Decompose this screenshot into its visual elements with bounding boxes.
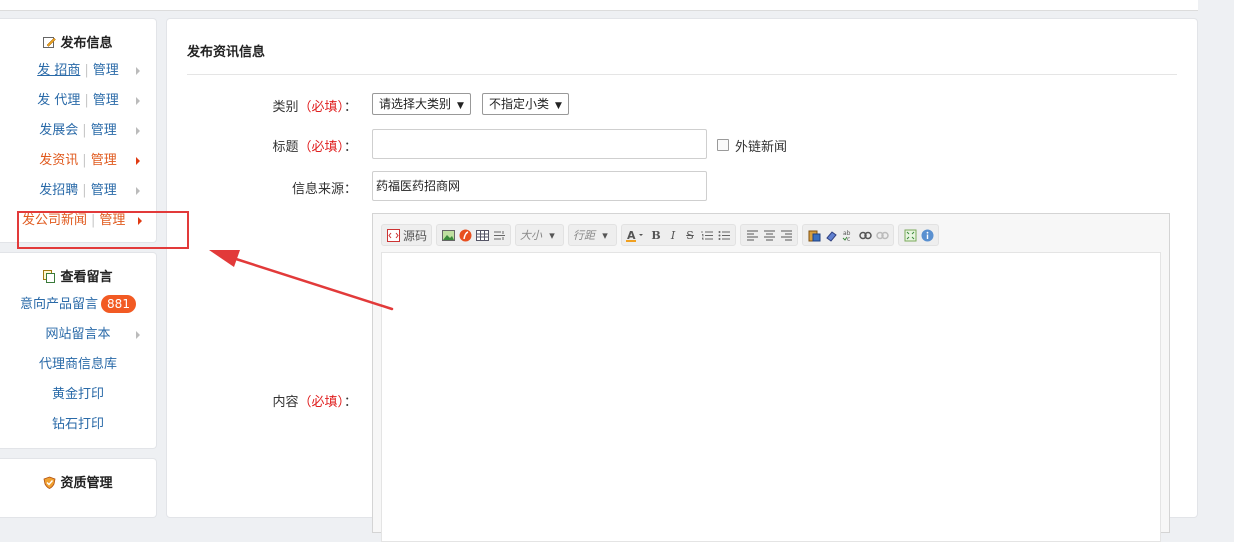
- chevron-right-icon: [136, 157, 140, 165]
- qualification-card-title: 资质管理: [0, 472, 156, 496]
- editor-toolbar: 源码 大小 ▾ 行距 ▾ A B I S ab c: [381, 220, 940, 250]
- sidebar-row-zhanhui: 发展会 | 管理: [0, 116, 156, 146]
- sidebar-item-diamond-print: 钻石打印: [0, 410, 156, 440]
- view-group: [898, 224, 940, 246]
- content-label: 内容（必填）：: [272, 395, 357, 410]
- sidebar-row-zhaopin: 发招聘 | 管理: [0, 176, 156, 206]
- diamond-print-link[interactable]: 钻石打印: [52, 417, 104, 432]
- unlink-icon[interactable]: [875, 228, 889, 242]
- line-height-dropdown[interactable]: 行距 ▾: [568, 224, 618, 246]
- spellcheck-icon[interactable]: ab c: [841, 228, 855, 242]
- image-icon[interactable]: [441, 228, 455, 242]
- messages-card: 查看留言 意向产品留言 881 网站留言本 代理商信息库 黄金打印 钻石打印: [0, 252, 157, 449]
- edit-icon: [43, 34, 57, 48]
- title-divider: [187, 74, 1177, 75]
- paste-word-icon[interactable]: [807, 228, 821, 242]
- chevron-right-icon: [136, 187, 140, 195]
- gold-print-link[interactable]: 黄金打印: [52, 387, 104, 402]
- title-input[interactable]: [372, 129, 707, 159]
- publish-zhaoshang-link[interactable]: 发 招商: [37, 63, 80, 78]
- product-messages-link[interactable]: 意向产品留言: [20, 297, 98, 312]
- main-panel: 发布资讯信息 类别（必填）： 请选择大类别 ▼ 不指定小类 ▼ 标题（必填）： 外链…: [166, 18, 1198, 542]
- chevron-right-icon: [136, 97, 140, 105]
- font-size-dropdown[interactable]: 大小 ▾: [515, 224, 565, 246]
- bold-icon[interactable]: B: [649, 228, 663, 242]
- top-header-bar: [0, 0, 1198, 11]
- source-code-icon: [386, 228, 400, 242]
- svg-text:c: c: [847, 236, 850, 242]
- ordered-list-icon[interactable]: [700, 228, 714, 242]
- flash-icon[interactable]: [458, 228, 472, 242]
- italic-icon[interactable]: I: [666, 228, 680, 242]
- title-label: 标题（必填）：: [272, 140, 357, 155]
- align-left-icon[interactable]: [745, 228, 759, 242]
- external-news-checkbox[interactable]: [717, 139, 729, 151]
- chevron-right-icon: [136, 67, 140, 75]
- publish-zhanhui-link[interactable]: 发展会: [39, 123, 78, 138]
- message-count-badge: 881: [101, 295, 136, 313]
- sidebar-row-zhaoshang: 发 招商 | 管理: [0, 56, 156, 86]
- manage-zixun-link[interactable]: 管理: [91, 153, 117, 168]
- external-news-label: 外链新闻: [735, 140, 788, 155]
- caret-down-icon: ▼: [555, 101, 562, 111]
- publish-zixun-link[interactable]: 发资讯: [39, 153, 78, 168]
- sidebar-item-guestbook: 网站留言本: [0, 320, 156, 350]
- manage-zhaoshang-link[interactable]: 管理: [93, 63, 119, 78]
- format-group: A B I S: [621, 224, 737, 246]
- messages-card-title: 查看留言: [0, 266, 156, 290]
- eraser-icon[interactable]: [824, 228, 838, 242]
- page-title: 发布资讯信息: [187, 45, 266, 60]
- sidebar-row-daili: 发 代理 | 管理: [0, 86, 156, 116]
- unordered-list-icon[interactable]: [717, 228, 731, 242]
- font-color-icon[interactable]: A: [626, 228, 646, 242]
- qualification-card: 资质管理: [0, 458, 157, 518]
- manage-zhanhui-link[interactable]: 管理: [91, 123, 117, 138]
- sidebar-item-product-messages: 意向产品留言 881: [0, 290, 156, 320]
- annotation-highlight-box: [17, 211, 189, 249]
- chevron-right-icon: [136, 127, 140, 135]
- publish-card: 发布信息 发 招商 | 管理 发 代理 | 管理 发展会 | 管理 发资讯 | 管理 发招聘 | 管…: [0, 18, 157, 243]
- align-center-icon[interactable]: [762, 228, 776, 242]
- agent-library-link[interactable]: 代理商信息库: [39, 357, 117, 372]
- caret-down-icon: ▾: [602, 228, 608, 242]
- caret-down-icon: ▼: [457, 101, 464, 111]
- editor-content-area[interactable]: [381, 252, 1161, 542]
- tools-group: ab c: [802, 224, 895, 246]
- category-select[interactable]: 请选择大类别 ▼: [372, 93, 471, 115]
- caret-down-icon: ▾: [549, 228, 555, 242]
- copy-icon: [43, 268, 56, 283]
- sidebar-item-agent-library: 代理商信息库: [0, 350, 156, 380]
- publish-card-title: 发布信息: [0, 32, 156, 56]
- strikethrough-icon[interactable]: S: [683, 228, 697, 242]
- source-input[interactable]: 药福医药招商网: [372, 171, 707, 201]
- category-label: 类别（必填）：: [272, 100, 357, 115]
- publish-zhaopin-link[interactable]: 发招聘: [39, 183, 78, 198]
- manage-daili-link[interactable]: 管理: [93, 93, 119, 108]
- publish-daili-link[interactable]: 发 代理: [37, 93, 80, 108]
- align-group: [740, 224, 799, 246]
- chevron-right-icon: [136, 331, 140, 339]
- table-icon[interactable]: [475, 228, 489, 242]
- manage-zhaopin-link[interactable]: 管理: [91, 183, 117, 198]
- shield-icon: [43, 474, 56, 489]
- source-label: 信息来源：: [291, 182, 357, 197]
- source-button[interactable]: 源码: [381, 224, 433, 246]
- sidebar-row-zixun: 发资讯 | 管理: [0, 146, 156, 176]
- subcategory-select[interactable]: 不指定小类 ▼: [482, 93, 569, 115]
- guestbook-link[interactable]: 网站留言本: [45, 327, 110, 342]
- page-break-icon[interactable]: [492, 228, 506, 242]
- align-right-icon[interactable]: [779, 228, 793, 242]
- link-icon[interactable]: [858, 228, 872, 242]
- sidebar-item-gold-print: 黄金打印: [0, 380, 156, 410]
- insert-group: [436, 224, 512, 246]
- info-icon[interactable]: [920, 228, 934, 242]
- fullscreen-icon[interactable]: [903, 228, 917, 242]
- rich-text-editor: 源码 大小 ▾ 行距 ▾ A B I S ab c: [372, 213, 1170, 542]
